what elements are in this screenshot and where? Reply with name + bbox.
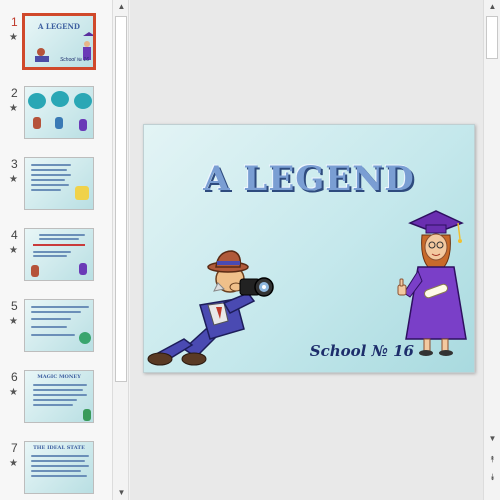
current-slide[interactable]: A LEGEND School № 16	[143, 124, 475, 373]
slide-number: 7	[11, 441, 18, 455]
scroll-down-arrow-icon[interactable]: ▼	[484, 432, 500, 446]
animation-star-icon: ★	[9, 103, 18, 114]
slide-number: 1	[11, 15, 18, 29]
slide-title[interactable]: A LEGEND	[144, 159, 474, 199]
slide-subtitle[interactable]: School № 16	[310, 342, 414, 360]
next-slide-icon[interactable]: ⯯	[484, 470, 500, 484]
previous-slide-icon[interactable]: ⯭	[484, 452, 500, 466]
thumbnail-caption: School № 16	[59, 57, 89, 63]
thumbnail-preview[interactable]	[24, 228, 94, 281]
thumbnail-preview[interactable]: MAGIC MONEY	[24, 370, 94, 423]
editor-scrollbar[interactable]: ▲ ▼ ⯭ ⯯	[483, 0, 500, 500]
thumbnail-title: THE IDEAL STATE	[33, 445, 85, 451]
slide-number: 2	[11, 86, 18, 100]
animation-star-icon: ★	[9, 316, 18, 327]
thumbnail-slide-7[interactable]: 7 ★ THE IDEAL STATE	[0, 441, 112, 500]
scroll-up-arrow-icon[interactable]: ▲	[113, 0, 130, 14]
slide-number: 6	[11, 370, 18, 384]
animation-star-icon: ★	[9, 458, 18, 469]
photographer-illustration	[147, 250, 274, 366]
thumbnail-title: MAGIC MONEY	[37, 374, 81, 380]
slide-editor-area[interactable]: A LEGEND School № 16	[130, 0, 483, 500]
thumbnail-slide-1[interactable]: 1 ★ A LEGEND School № 16	[0, 13, 112, 77]
thumbnail-scrollbar[interactable]: ▲ ▼	[112, 0, 129, 500]
thumbnail-preview[interactable]: A LEGEND School № 16	[22, 13, 96, 70]
scrollbar-thumb[interactable]	[486, 16, 498, 59]
thumbnail-preview[interactable]	[24, 299, 94, 352]
animation-star-icon: ★	[9, 32, 18, 43]
thumbnail-slide-2[interactable]: 2 ★	[0, 86, 112, 148]
slide-thumbnail-pane[interactable]: 1 ★ A LEGEND School № 16 2 ★ 3 ★ 4 ★ 5 ★…	[0, 0, 112, 500]
thumbnail-preview[interactable]	[24, 157, 94, 210]
animation-star-icon: ★	[9, 245, 18, 256]
thumbnail-slide-4[interactable]: 4 ★	[0, 228, 112, 290]
animation-star-icon: ★	[9, 174, 18, 185]
thumbnail-slide-6[interactable]: 6 ★ MAGIC MONEY	[0, 370, 112, 432]
thumbnail-preview[interactable]	[24, 86, 94, 139]
thumbnail-slide-3[interactable]: 3 ★	[0, 157, 112, 219]
slide-number: 3	[11, 157, 18, 171]
scrollbar-thumb[interactable]	[115, 16, 127, 382]
thumbnail-slide-5[interactable]: 5 ★	[0, 299, 112, 361]
graduate-illustration	[397, 210, 467, 356]
animation-star-icon: ★	[9, 387, 18, 398]
slide-number: 4	[11, 228, 18, 242]
presentation-window: 1 ★ A LEGEND School № 16 2 ★ 3 ★ 4 ★ 5 ★…	[0, 0, 500, 500]
slide-number: 5	[11, 299, 18, 313]
scroll-up-arrow-icon[interactable]: ▲	[484, 0, 500, 14]
scroll-down-arrow-icon[interactable]: ▼	[113, 486, 130, 500]
thumbnail-preview[interactable]: THE IDEAL STATE	[24, 441, 94, 494]
